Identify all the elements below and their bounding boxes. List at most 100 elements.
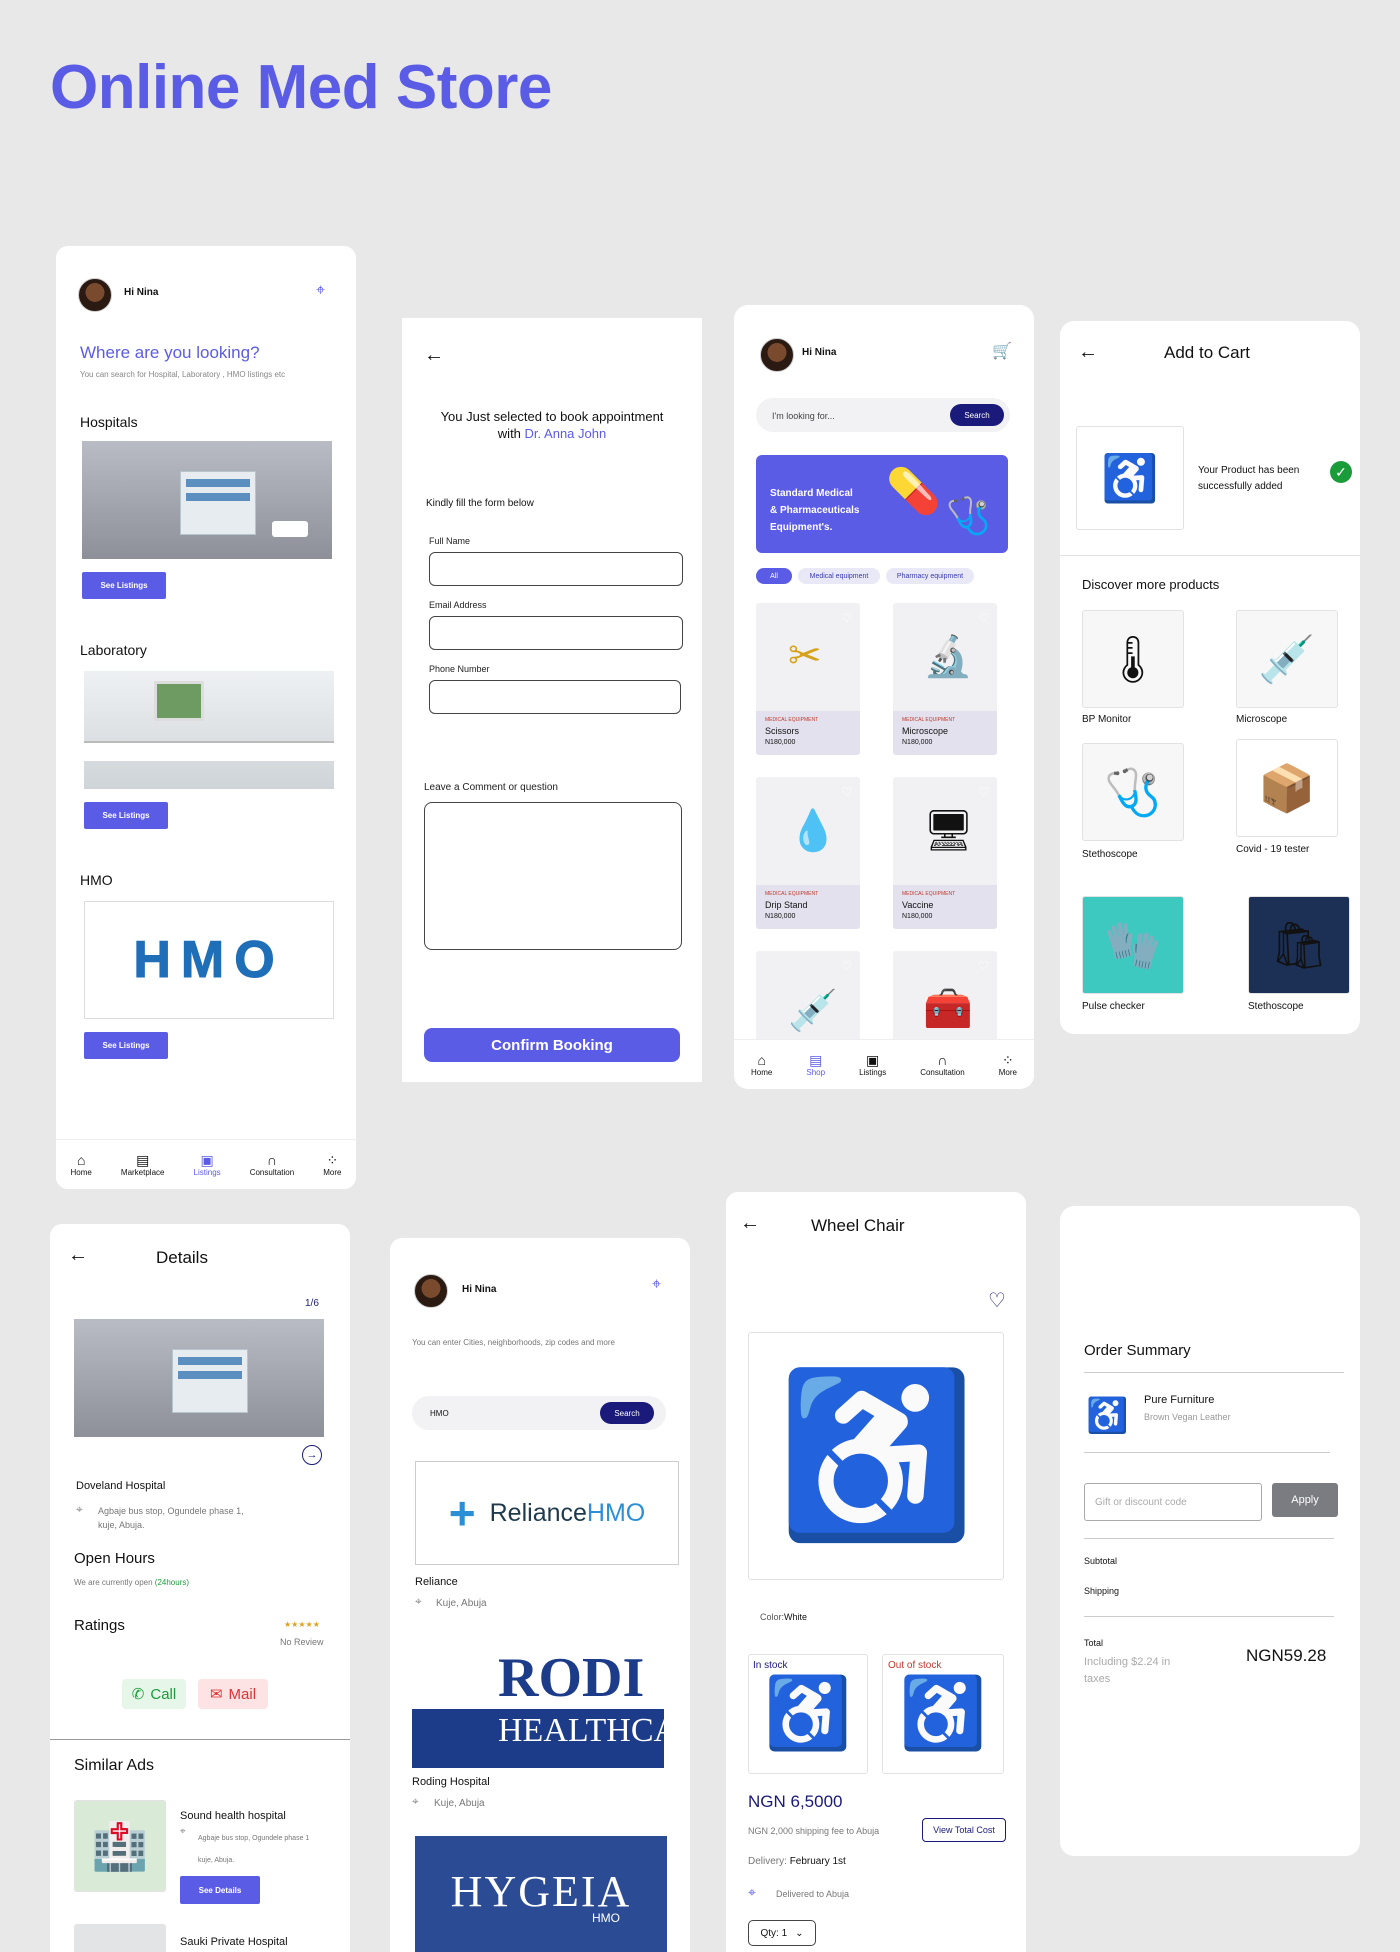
divider	[1060, 555, 1360, 556]
chip-all[interactable]: All	[756, 568, 792, 584]
rating-stars: ★★★★★	[284, 1620, 320, 1629]
nav-consultation[interactable]: ∩ Consultation	[920, 1052, 964, 1077]
back-arrow-icon[interactable]: ←	[68, 1244, 88, 1267]
details-title: Details	[156, 1248, 208, 1267]
hospital-image	[82, 441, 332, 559]
promo-banner[interactable]: Standard Medical & Pharmaceuticals Equip…	[756, 455, 1008, 553]
product-image-icon: 🧰	[923, 987, 973, 1031]
heart-icon[interactable]: ♡	[978, 959, 989, 973]
home-icon: ⌂	[76, 1152, 86, 1168]
variant-out-of-stock[interactable]: ♿	[882, 1654, 1004, 1774]
shipping-label: Shipping	[1084, 1586, 1120, 1596]
search-button[interactable]: Search	[950, 404, 1004, 426]
confirm-booking-button[interactable]: Confirm Booking	[424, 1028, 680, 1062]
location-pin-icon[interactable]: ⌖	[652, 1276, 661, 1294]
variant-in-stock[interactable]: ♿	[748, 1654, 868, 1774]
heart-icon[interactable]: ♡	[978, 611, 989, 625]
nav-shop[interactable]: ▤ Shop	[806, 1052, 825, 1077]
similar-ad-image[interactable]: 🏥	[74, 1800, 166, 1892]
heart-icon[interactable]: ♡	[978, 785, 989, 799]
search-hint: You can enter Cities, neighborhoods, zip…	[412, 1338, 615, 1347]
nav-consultation[interactable]: ∩ Consultation	[250, 1152, 294, 1177]
recommended-product[interactable]: 🧤	[1082, 896, 1184, 994]
reliance-logo[interactable]: + RelianceHMO	[415, 1461, 679, 1565]
product-card[interactable]: 💧 ♡ MEDICAL EQUIPMENT Drip Stand N180,000	[756, 777, 860, 929]
in-stock-label: In stock	[753, 1660, 788, 1671]
discount-code-input[interactable]: Gift or discount code	[1084, 1483, 1262, 1521]
mail-button[interactable]: ✉ Mail	[198, 1679, 268, 1709]
total-value: NGN59.28	[1246, 1646, 1327, 1665]
email-label: Email Address	[429, 600, 487, 610]
product-card[interactable]: ✂ ♡ MEDICAL EQUIPMENT Scissors N180,000	[756, 603, 860, 755]
recommended-product-name: Stethoscope	[1082, 849, 1138, 860]
recommended-product[interactable]: 📦	[1236, 739, 1338, 837]
next-image-icon[interactable]: →	[302, 1445, 322, 1465]
heart-icon[interactable]: ♡	[988, 1288, 1006, 1313]
see-details-button[interactable]: See Details	[180, 1876, 260, 1904]
nav-listings[interactable]: ▣ Listings	[194, 1152, 221, 1177]
recommended-product[interactable]: 🌡	[1082, 610, 1184, 708]
recommended-product[interactable]: 💉	[1236, 610, 1338, 708]
recommended-product[interactable]: 🩺	[1082, 743, 1184, 841]
location-pin-icon: ⌖	[415, 1594, 422, 1608]
nav-more[interactable]: ⁘ More	[323, 1152, 341, 1177]
back-arrow-icon[interactable]: ←	[1078, 341, 1098, 364]
back-arrow-icon[interactable]: ←	[424, 344, 444, 367]
location-pin-icon[interactable]: ⌖	[316, 282, 325, 300]
section-title-hospitals: Hospitals	[80, 414, 138, 430]
heart-icon[interactable]: ♡	[841, 785, 852, 799]
nav-home[interactable]: ⌂ Home	[71, 1152, 92, 1177]
home-icon: ⌂	[757, 1052, 766, 1068]
order-summary-screen: Order Summary ♿ Pure Furniture Brown Veg…	[1060, 1206, 1360, 1856]
cart-icon[interactable]: 🛒	[992, 341, 1012, 361]
banner-line-1: Standard Medical	[770, 488, 853, 499]
nav-listings[interactable]: ▣ Listings	[859, 1052, 886, 1077]
apply-button[interactable]: Apply	[1272, 1483, 1338, 1517]
see-listings-laboratory-button[interactable]: See Listings	[84, 802, 168, 829]
search-input[interactable]: I'm looking for...	[772, 411, 835, 421]
hospital-name: Doveland Hospital	[76, 1480, 166, 1492]
call-button[interactable]: ✆ Call	[122, 1679, 186, 1709]
avatar[interactable]	[760, 338, 794, 372]
roding-logo[interactable]: RODI HEALTHCAR	[412, 1650, 664, 1768]
nav-more[interactable]: ⁘ More	[999, 1052, 1017, 1077]
chip-medical-equipment[interactable]: Medical equipment	[798, 568, 880, 584]
product-card[interactable]: 🧰 ♡	[893, 951, 997, 1051]
comment-textarea[interactable]	[424, 802, 682, 950]
chip-pharmacy-equipment[interactable]: Pharmacy equipment	[886, 568, 974, 584]
heart-icon[interactable]: ♡	[841, 611, 852, 625]
doctor-name[interactable]: Dr. Anna John	[525, 426, 607, 441]
out-of-stock-label: Out of stock	[888, 1660, 942, 1671]
see-listings-hmo-button[interactable]: See Listings	[84, 1032, 168, 1059]
product-card[interactable]: 🔬 ♡ MEDICAL EQUIPMENT Microscope N180,000	[893, 603, 997, 755]
avatar[interactable]	[78, 278, 112, 312]
recommended-product-name: Pulse checker	[1082, 1001, 1145, 1012]
cart-screen: ← Add to Cart ♿ Your Product has been su…	[1060, 321, 1360, 1034]
similar-ad-image[interactable]	[74, 1924, 166, 1952]
phone-input[interactable]	[429, 680, 681, 714]
back-arrow-icon[interactable]: ←	[740, 1212, 760, 1235]
subtotal-label: Subtotal	[1084, 1556, 1118, 1566]
recommended-product-name: Stethoscope	[1248, 1001, 1304, 1012]
nav-home[interactable]: ⌂ Home	[751, 1052, 772, 1077]
product-card[interactable]: 🖥 ♡ MEDICAL EQUIPMENT Vaccine N180,000	[893, 777, 997, 929]
email-input[interactable]	[429, 616, 683, 650]
product-card[interactable]: 💉 ♡	[756, 951, 860, 1051]
avatar[interactable]	[414, 1274, 448, 1308]
hygeia-logo[interactable]: HYGEIA HMO	[415, 1836, 667, 1952]
delivered-to: Delivered to Abuja	[776, 1889, 850, 1899]
view-total-cost-button[interactable]: View Total Cost	[922, 1818, 1006, 1842]
recommended-product[interactable]: 🛍	[1248, 896, 1350, 994]
see-listings-hospitals-button[interactable]: See Listings	[82, 572, 166, 599]
added-message: Your Product has been successfully added	[1198, 465, 1300, 492]
nav-marketplace[interactable]: ▤ Marketplace	[121, 1152, 165, 1177]
search-button[interactable]: Search	[600, 1402, 654, 1424]
greeting: Hi Nina	[462, 1284, 497, 1295]
product-image-icon: 💉	[788, 989, 838, 1033]
search-input[interactable]: HMO	[430, 1409, 449, 1418]
heart-icon[interactable]: ♡	[841, 959, 852, 973]
full-name-input[interactable]	[429, 552, 683, 586]
total-label: Total	[1084, 1638, 1104, 1648]
quantity-select[interactable]: Qty: 1 ⌄	[748, 1920, 816, 1946]
similar-ad-name: Sauki Private Hospital	[180, 1936, 288, 1948]
